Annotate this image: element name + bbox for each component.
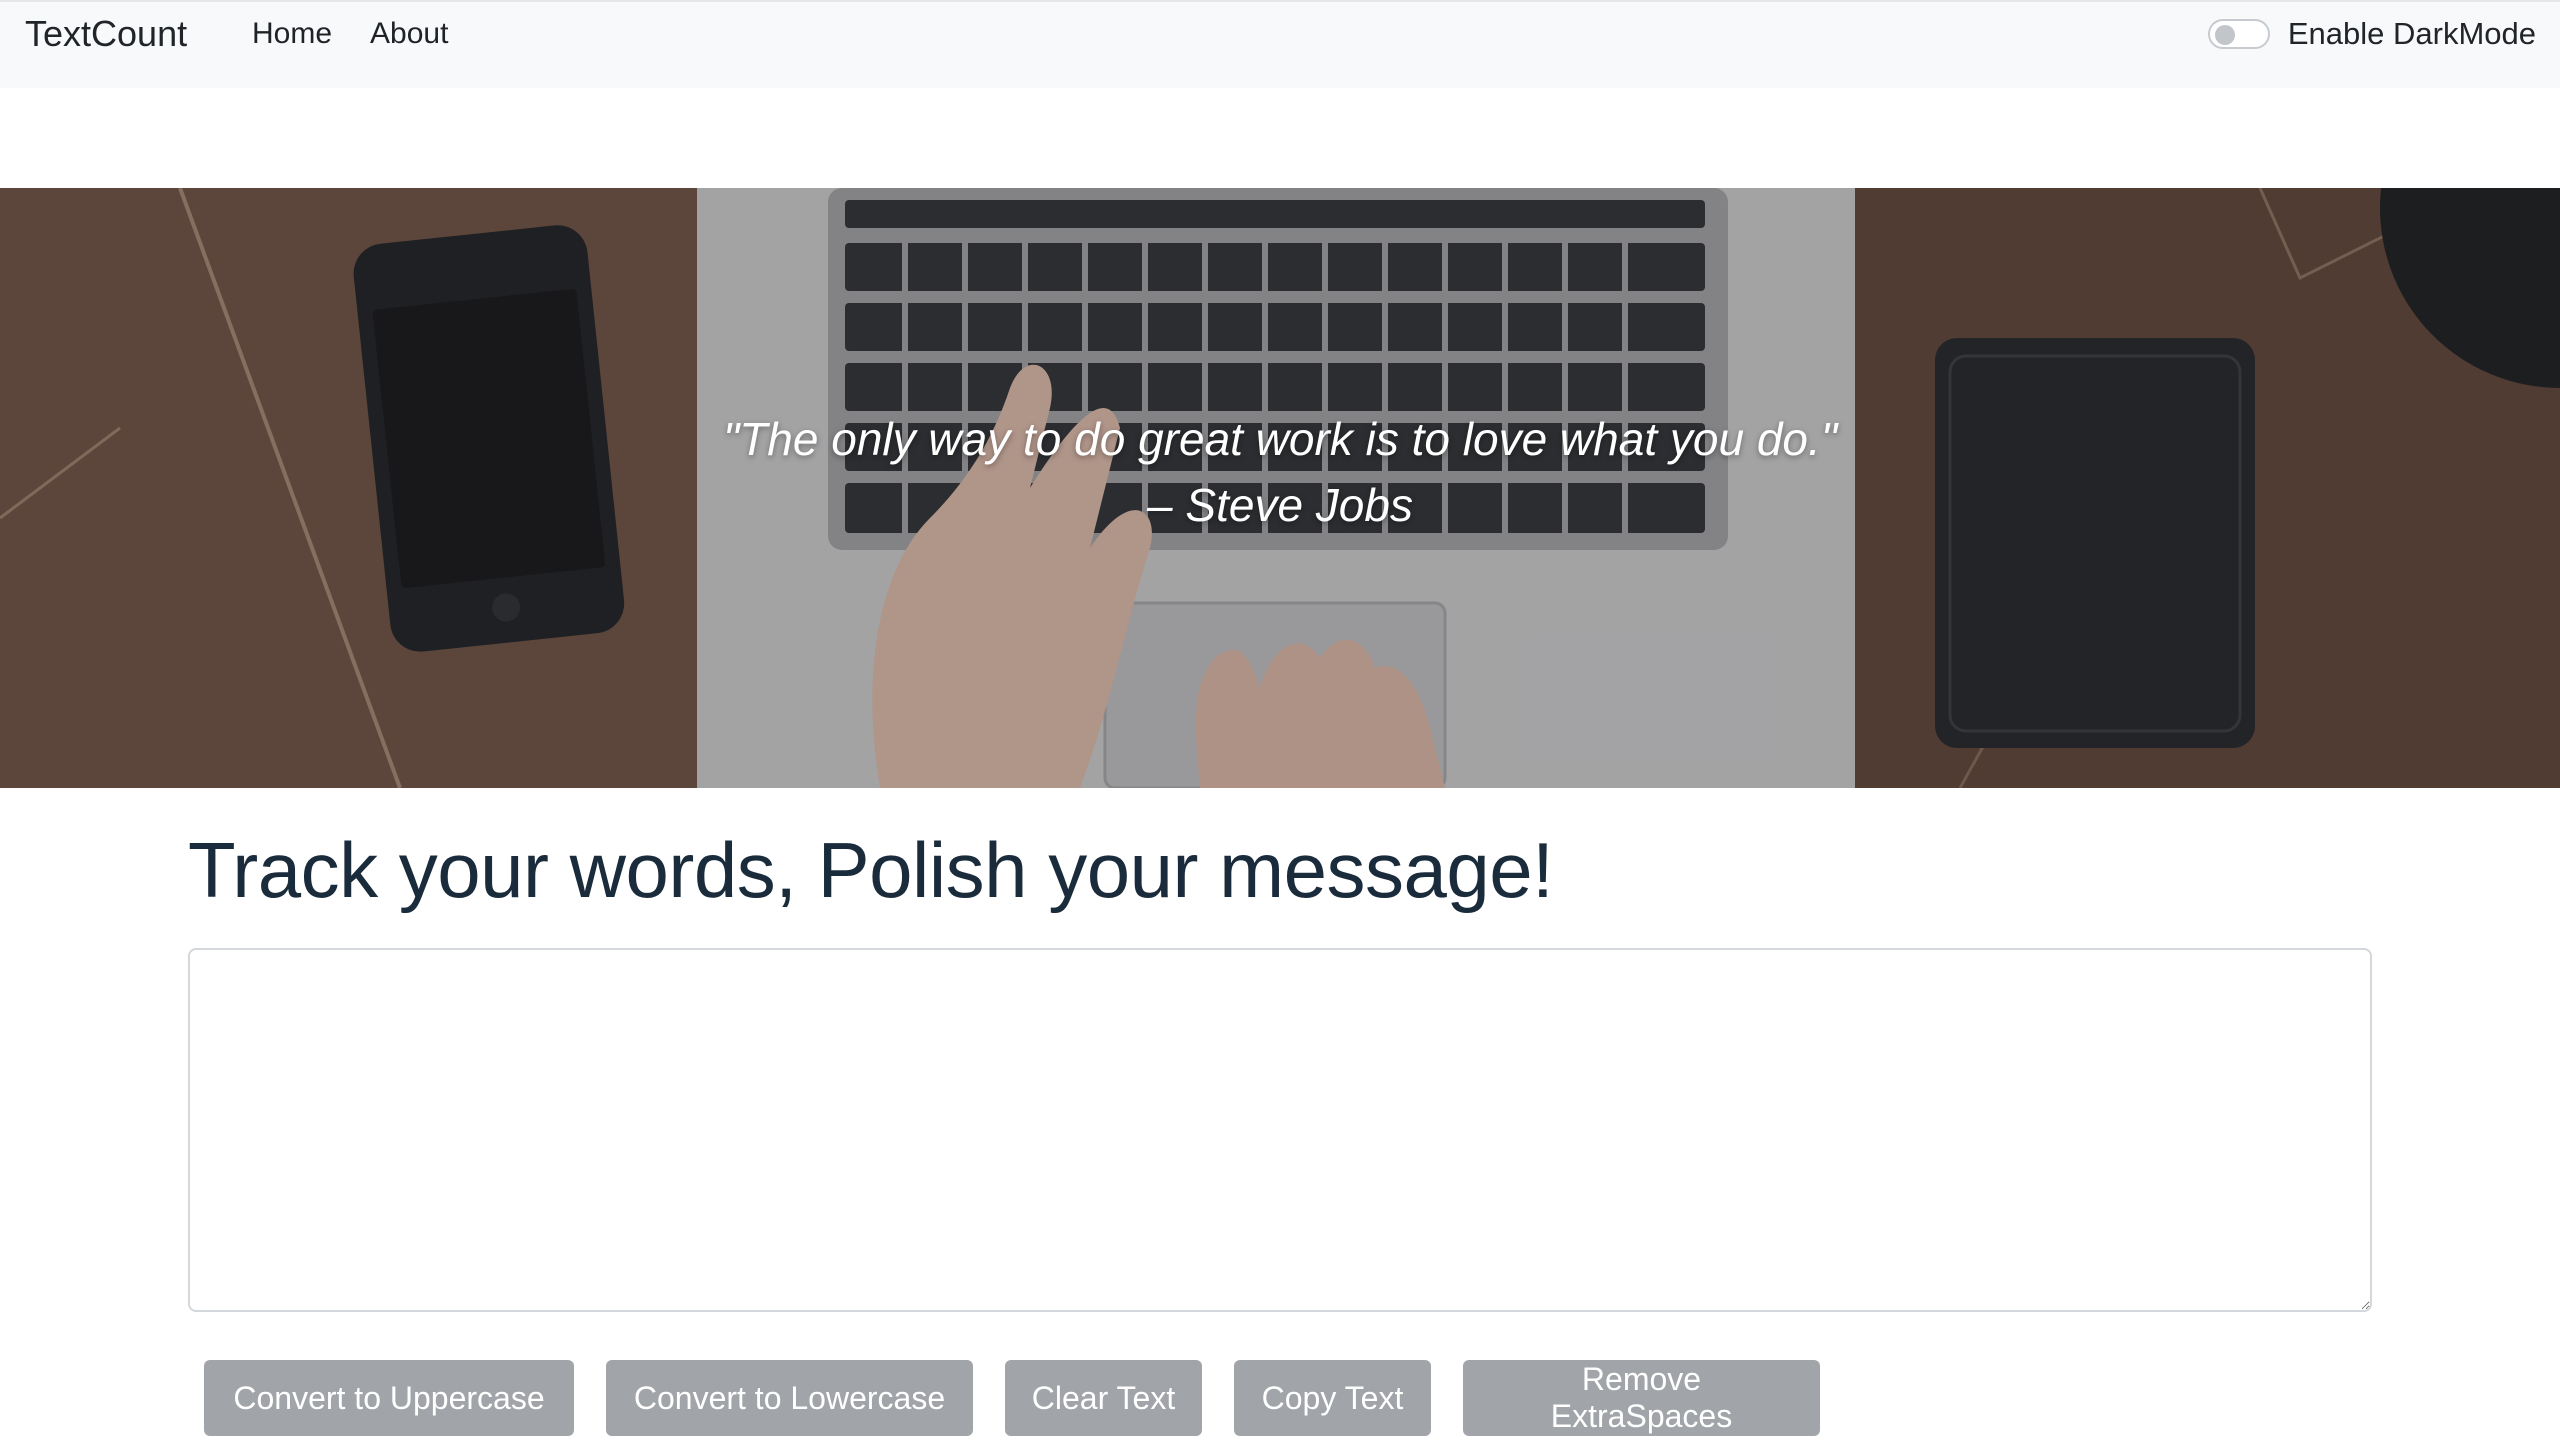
clear-text-button[interactable]: Clear Text [1005,1360,1202,1436]
quote-text: "The only way to do great work is to lov… [722,413,1838,465]
hero-banner: "The only way to do great work is to lov… [0,188,2560,788]
navbar: TextCount Home About Enable DarkMode [0,0,2560,88]
nav-link-about[interactable]: About [370,14,448,54]
convert-lowercase-button[interactable]: Convert to Lowercase [606,1360,973,1436]
darkmode-switch[interactable] [2207,19,2270,49]
convert-uppercase-button[interactable]: Convert to Uppercase [204,1360,574,1436]
darkmode-label[interactable]: Enable DarkMode [2288,16,2536,52]
hero-quote: "The only way to do great work is to lov… [0,406,2560,538]
nav-link-home[interactable]: Home [252,14,332,54]
switch-knob [2214,25,2235,45]
brand-link[interactable]: TextCount [25,10,187,58]
text-input[interactable] [188,948,2372,1312]
quote-author: – Steve Jobs [1147,479,1413,531]
darkmode-toggle-group: Enable DarkMode [2207,14,2536,54]
remove-extra-spaces-button[interactable]: Remove ExtraSpaces [1463,1360,1820,1436]
copy-text-button[interactable]: Copy Text [1234,1360,1431,1436]
page-title: Track your words, Polish your message! [188,826,1554,914]
